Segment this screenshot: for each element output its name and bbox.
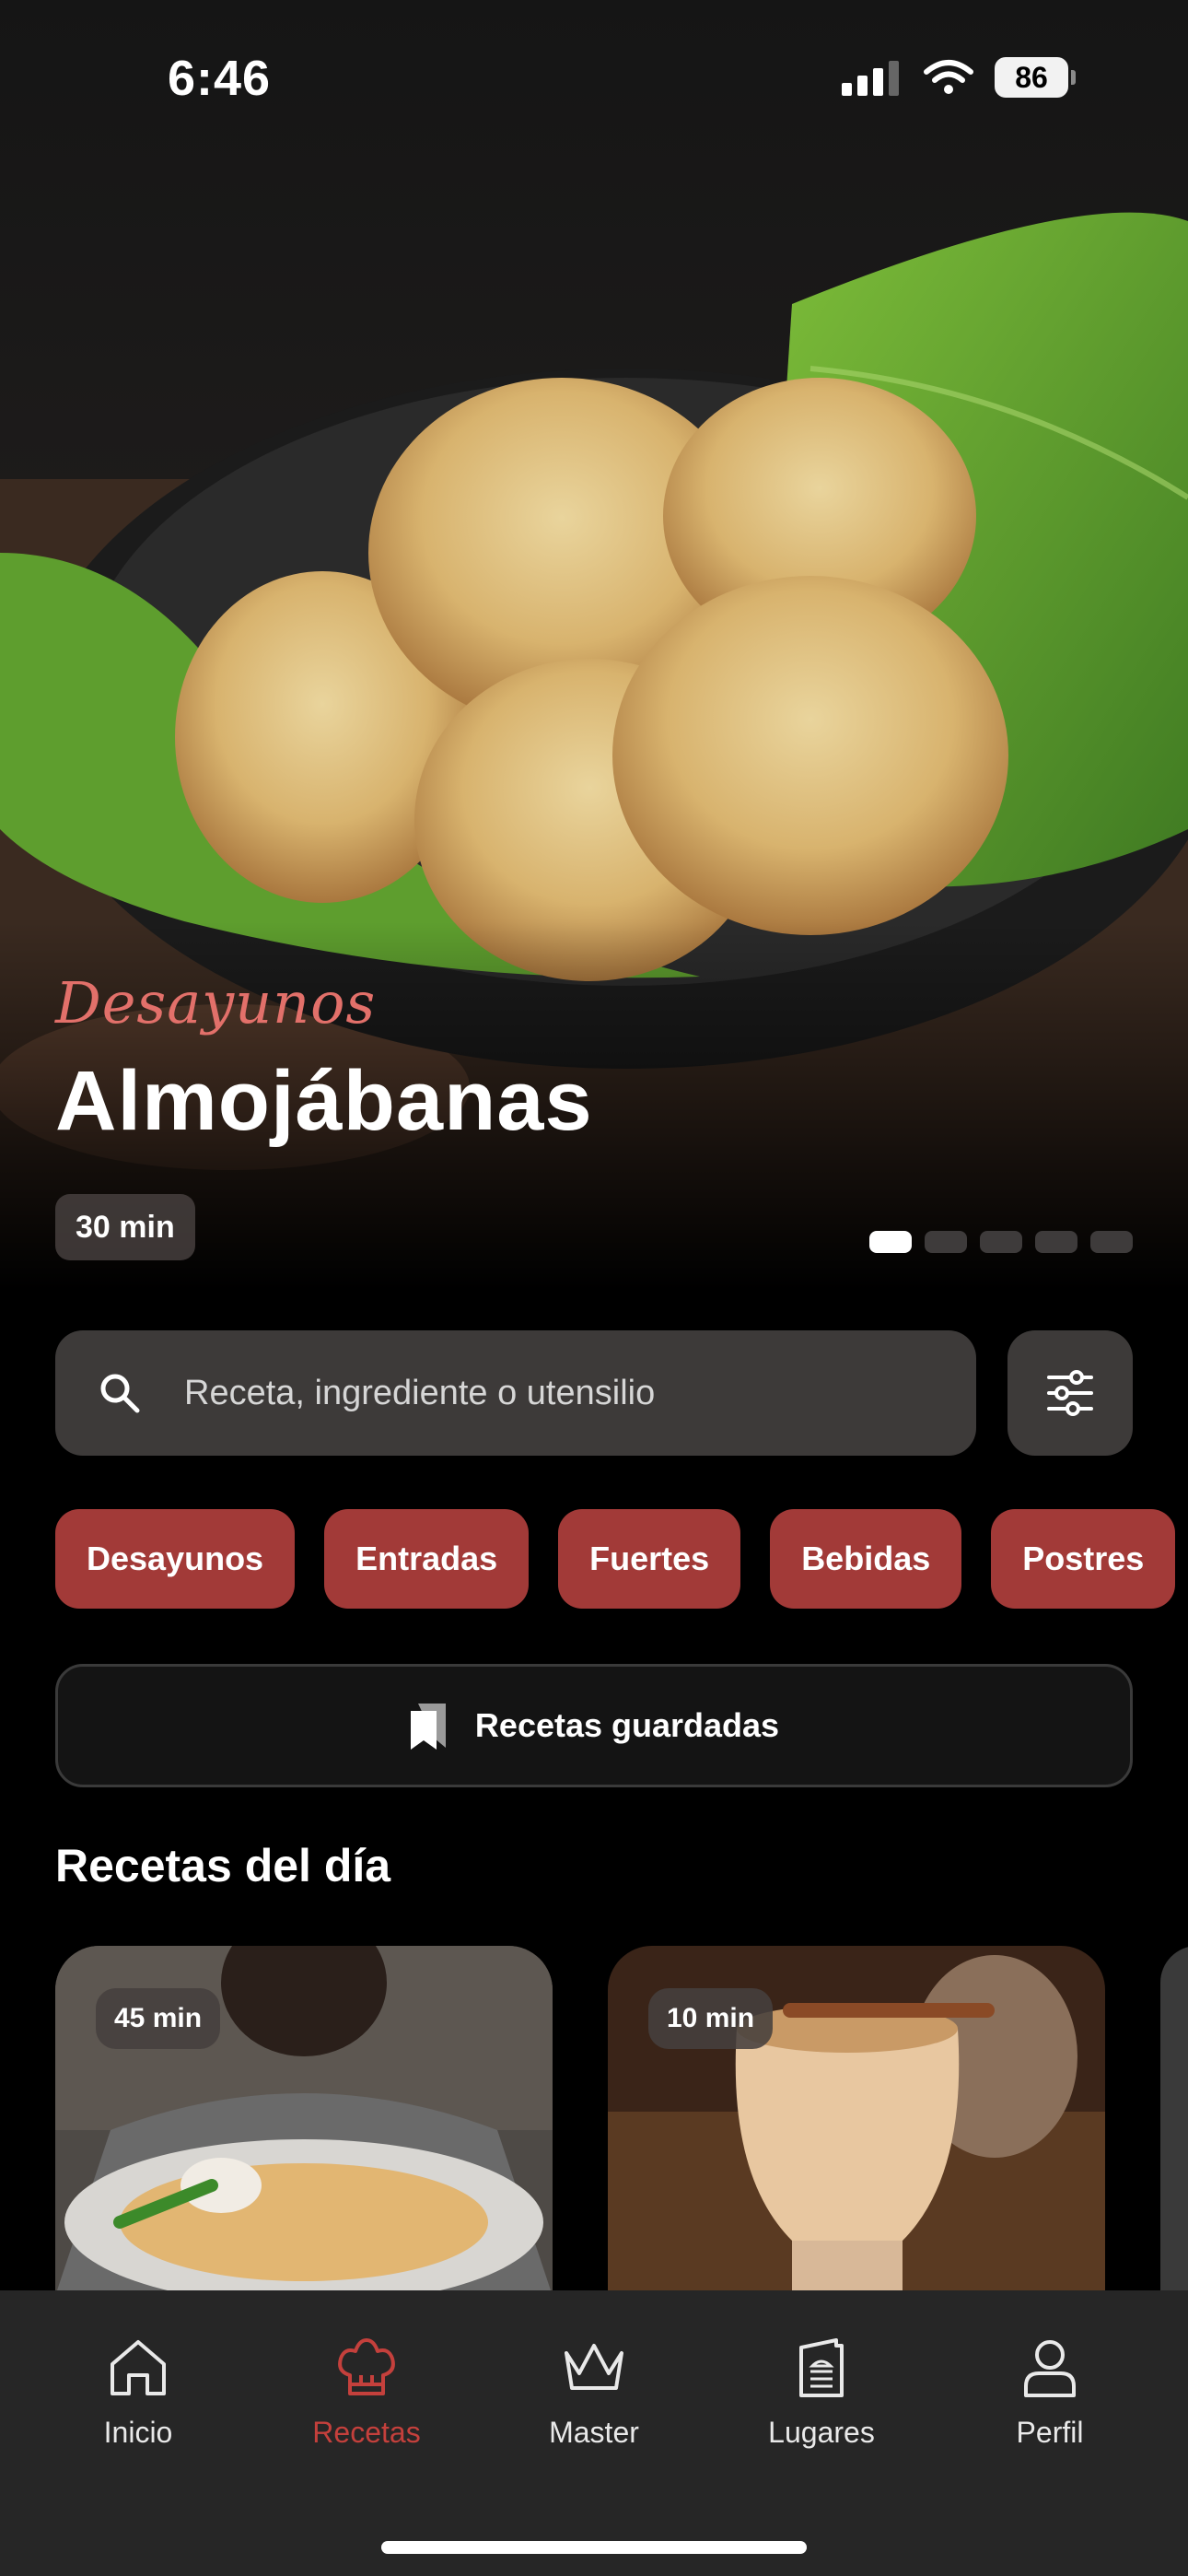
chip-fuertes[interactable]: Fuertes <box>558 1509 741 1609</box>
chip-entradas[interactable]: Entradas <box>324 1509 530 1609</box>
carousel-dot[interactable] <box>1090 1231 1133 1253</box>
tab-label: Master <box>549 2416 639 2449</box>
category-chips: Desayunos Entradas Fuertes Bebidas Postr… <box>55 1509 1176 1609</box>
search-bar[interactable] <box>55 1330 976 1456</box>
home-icon <box>111 2340 166 2395</box>
tab-label: Lugares <box>768 2416 875 2449</box>
menu-document-icon <box>799 2338 844 2397</box>
carousel-dot[interactable] <box>980 1231 1022 1253</box>
hero-category: Desayunos <box>55 969 377 1036</box>
recipe-time-badge: 45 min <box>96 1988 221 2049</box>
recipe-time-badge: 10 min <box>648 1988 774 2049</box>
tab-label: Perfil <box>1016 2416 1084 2449</box>
hero-text: Desayunos Almojábanas <box>55 969 593 1150</box>
filter-button[interactable] <box>1007 1330 1133 1456</box>
carousel-dot[interactable] <box>925 1231 967 1253</box>
home-indicator[interactable] <box>381 2541 807 2554</box>
hero-title: Almojábanas <box>55 1054 593 1148</box>
recipe-card[interactable]: 10 min <box>608 1946 1105 2296</box>
tab-label: Inicio <box>103 2416 173 2449</box>
tab-lugares[interactable]: Lugares <box>729 2335 914 2450</box>
carousel-dot[interactable] <box>869 1231 912 1253</box>
user-icon <box>1024 2340 1076 2397</box>
search-input[interactable] <box>184 1373 921 1413</box>
section-title: Recetas del día <box>55 1840 391 1891</box>
saved-recipes-button[interactable]: Recetas guardadas <box>55 1664 1133 1787</box>
search-icon <box>100 1374 140 1413</box>
recipe-card-peek[interactable] <box>1160 1946 1188 2296</box>
tab-perfil[interactable]: Perfil <box>958 2335 1142 2450</box>
bookmarks-icon <box>410 1704 446 1750</box>
saved-recipes-label: Recetas guardadas <box>474 1706 780 1744</box>
chef-hat-icon <box>338 2338 395 2395</box>
chip-bebidas[interactable]: Bebidas <box>770 1509 962 1609</box>
crown-icon <box>565 2344 623 2390</box>
tab-inicio[interactable]: Inicio <box>46 2335 230 2450</box>
sliders-icon <box>1047 1370 1093 1416</box>
status-icons: 86 <box>842 57 1076 98</box>
tab-label: Recetas <box>312 2416 421 2449</box>
hero-carousel[interactable]: 6:46 86 Desayunos Almojábanas 30 min <box>0 0 1188 1290</box>
battery-indicator: 86 <box>995 57 1076 98</box>
carousel-indicator[interactable] <box>869 1231 1133 1253</box>
signal-icon <box>842 61 899 96</box>
carousel-dot[interactable] <box>1035 1231 1077 1253</box>
recipe-card[interactable]: 45 min <box>55 1946 553 2296</box>
chip-postres[interactable]: Postres <box>991 1509 1176 1609</box>
chip-desayunos[interactable]: Desayunos <box>55 1509 296 1609</box>
hero-time-badge: 30 min <box>55 1194 195 1260</box>
status-bar: 6:46 86 <box>0 0 1188 157</box>
tab-recetas[interactable]: Recetas <box>274 2335 459 2450</box>
tab-bar: Inicio Recetas Master Lugares Perfil <box>0 2290 1188 2576</box>
tab-master[interactable]: Master <box>502 2335 686 2450</box>
wifi-icon <box>924 60 973 94</box>
status-time: 6:46 <box>168 51 272 106</box>
